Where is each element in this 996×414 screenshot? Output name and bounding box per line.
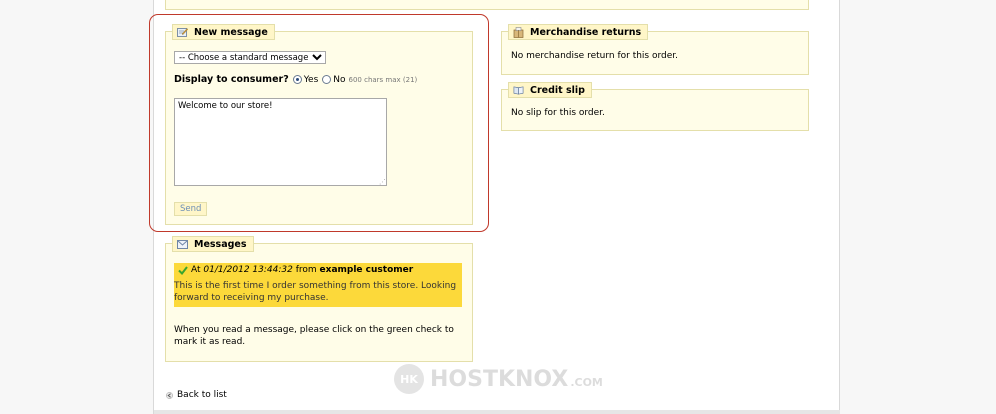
merchandise-returns-text: No merchandise return for this order. <box>511 51 679 61</box>
message-item: At 01/1/2012 13:44:32 from example custo… <box>174 263 462 307</box>
messages-legend: Messages <box>172 236 254 252</box>
watermark-suffix: .COM <box>570 375 603 389</box>
right-gutter <box>840 0 996 414</box>
back-to-list-link[interactable]: Back to list <box>166 390 227 400</box>
footer-bar <box>154 410 840 414</box>
credit-slip-text: No slip for this order. <box>511 108 605 118</box>
envelope-icon <box>177 239 188 249</box>
message-from: from <box>295 265 317 275</box>
left-gutter <box>0 0 154 414</box>
right-divider <box>839 0 840 414</box>
message-body: This is the first time I order something… <box>174 281 457 303</box>
credit-slip-panel: Credit slip No slip for this order. <box>501 82 809 131</box>
merchandise-returns-legend-label: Merchandise returns <box>530 26 642 38</box>
message-header: At 01/1/2012 13:44:32 from example custo… <box>178 265 413 275</box>
messages-legend-label: Messages <box>194 238 247 250</box>
message-author: example customer <box>319 265 414 275</box>
package-icon <box>513 26 524 38</box>
focus-highlight-frame <box>149 14 489 232</box>
arrow-left-icon <box>166 391 173 399</box>
hostknox-watermark: HK HOSTKNOX .COM <box>394 364 603 394</box>
previous-section-panel <box>165 0 809 10</box>
check-icon[interactable] <box>178 265 188 275</box>
back-to-list-label[interactable]: Back to list <box>177 390 227 400</box>
merchandise-returns-panel: Merchandise returns No merchandise retur… <box>501 24 809 75</box>
hostknox-logo-icon: HK <box>394 364 424 394</box>
credit-slip-legend: Credit slip <box>508 82 592 98</box>
message-prefix: At <box>191 265 201 275</box>
messages-panel: Messages At 01/1/2012 13:44:32 from exam… <box>165 236 473 362</box>
read-instructions: When you read a message, please click on… <box>174 325 454 347</box>
merchandise-returns-legend: Merchandise returns <box>508 24 649 40</box>
book-icon <box>513 85 524 95</box>
message-datetime: 01/1/2012 13:44:32 <box>203 265 293 275</box>
credit-slip-legend-label: Credit slip <box>530 84 585 96</box>
watermark-text: HOSTKNOX <box>430 366 569 392</box>
